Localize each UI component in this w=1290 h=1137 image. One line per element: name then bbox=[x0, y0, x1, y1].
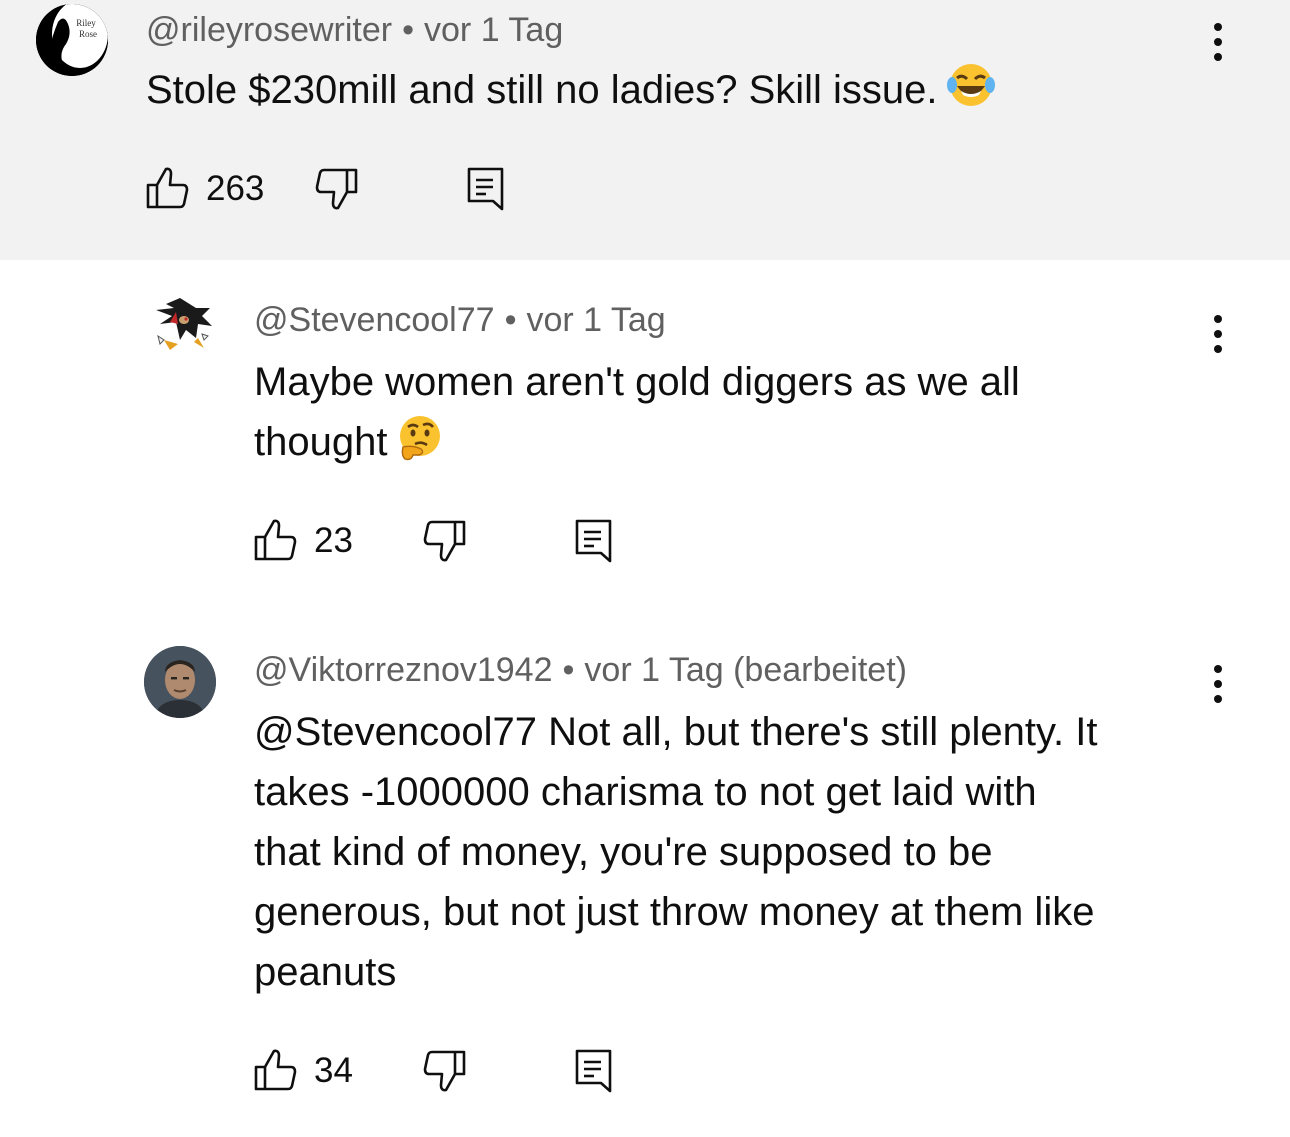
thumbs-up-icon bbox=[146, 167, 189, 209]
like-button[interactable] bbox=[254, 518, 298, 567]
comment-text-content: Stole $230mill and still no ladies? Skil… bbox=[146, 68, 938, 112]
avatar[interactable] bbox=[144, 290, 216, 362]
more-vertical-icon[interactable] bbox=[1208, 312, 1228, 358]
comment-actions: 34 bbox=[254, 1048, 654, 1094]
comment-text-line: thought bbox=[254, 412, 1214, 472]
avatar[interactable]: Riley Rose bbox=[36, 4, 108, 76]
comment-text-content: thought bbox=[254, 420, 388, 464]
comment-text: @Stevencool77 Not all, but there's still… bbox=[254, 702, 1214, 1002]
avatar-text-rose: Rose bbox=[79, 29, 97, 39]
avatar-text-riley: Riley bbox=[76, 18, 96, 28]
comment-meta: @rileyrosewriter • vor 1 Tag bbox=[146, 10, 563, 50]
comment-time: vor 1 Tag bbox=[424, 11, 564, 49]
comment-author[interactable]: @Viktorreznov1942 bbox=[254, 651, 553, 689]
thumbs-up-icon bbox=[254, 519, 297, 561]
reply-button[interactable] bbox=[574, 1048, 614, 1099]
reply-comment: @Viktorreznov1942 • vor 1 Tag (bearbeitet)… bbox=[0, 600, 1290, 1137]
comment-text-line: that kind of money, you're supposed to b… bbox=[254, 830, 993, 874]
comment-text-line: peanuts bbox=[254, 950, 397, 994]
more-vertical-icon[interactable] bbox=[1208, 20, 1228, 66]
like-count: 263 bbox=[206, 169, 265, 208]
like-count: 34 bbox=[314, 1051, 353, 1090]
more-vertical-icon[interactable] bbox=[1208, 662, 1228, 708]
thinking-face-emoji bbox=[400, 416, 441, 461]
reply-comment: @Stevencool77 • vor 1 Tag Maybe women aren… bbox=[0, 260, 1290, 600]
thumbs-down-icon bbox=[315, 168, 358, 210]
tears-of-joy-emoji bbox=[946, 64, 995, 106]
comment-actions: 23 bbox=[254, 518, 654, 564]
dislike-button[interactable] bbox=[422, 518, 466, 567]
comment-highlighted: Riley Rose @rileyrosewriter • vor 1 Tag St… bbox=[0, 0, 1290, 260]
like-button[interactable] bbox=[254, 1048, 298, 1097]
meta-separator: • bbox=[562, 651, 575, 689]
meta-separator: • bbox=[504, 301, 517, 339]
comment-thread: Riley Rose @rileyrosewriter • vor 1 Tag St… bbox=[0, 0, 1290, 1137]
comment-text-line: generous, but not just throw money at th… bbox=[254, 890, 1095, 934]
comment-time: vor 1 Tag bbox=[526, 301, 666, 339]
reply-button[interactable] bbox=[466, 166, 506, 217]
reply-comment-icon bbox=[467, 167, 504, 211]
comment-text-line: Maybe women aren't gold diggers as we al… bbox=[254, 360, 1020, 404]
like-button[interactable] bbox=[146, 166, 190, 215]
meta-separator: • bbox=[402, 11, 415, 49]
comment-meta: @Viktorreznov1942 • vor 1 Tag (bearbeitet) bbox=[254, 650, 907, 690]
comment-text: Stole $230mill and still no ladies? Skil… bbox=[146, 60, 996, 120]
comment-time: vor 1 Tag (bearbeitet) bbox=[584, 651, 907, 689]
comment-author[interactable]: @rileyrosewriter bbox=[146, 11, 392, 49]
avatar[interactable] bbox=[144, 646, 216, 718]
dislike-button[interactable] bbox=[422, 1048, 466, 1097]
thumbs-down-icon bbox=[423, 1050, 466, 1092]
comment-text: Maybe women aren't gold diggers as we al… bbox=[254, 352, 1214, 472]
comment-text-line: @Stevencool77 Not all, but there's still… bbox=[254, 710, 1098, 754]
comment-meta: @Stevencool77 • vor 1 Tag bbox=[254, 300, 666, 340]
dislike-button[interactable] bbox=[314, 166, 358, 215]
reply-comment-icon bbox=[575, 519, 612, 563]
reply-button[interactable] bbox=[574, 518, 614, 569]
thumbs-up-icon bbox=[254, 1049, 297, 1091]
like-count: 23 bbox=[314, 521, 353, 560]
thumbs-down-icon bbox=[423, 520, 466, 562]
comment-actions: 263 bbox=[146, 166, 546, 212]
comment-author[interactable]: @Stevencool77 bbox=[254, 301, 495, 339]
comment-text-line: takes -1000000 charisma to not get laid … bbox=[254, 770, 1037, 814]
reply-comment-icon bbox=[575, 1049, 612, 1093]
